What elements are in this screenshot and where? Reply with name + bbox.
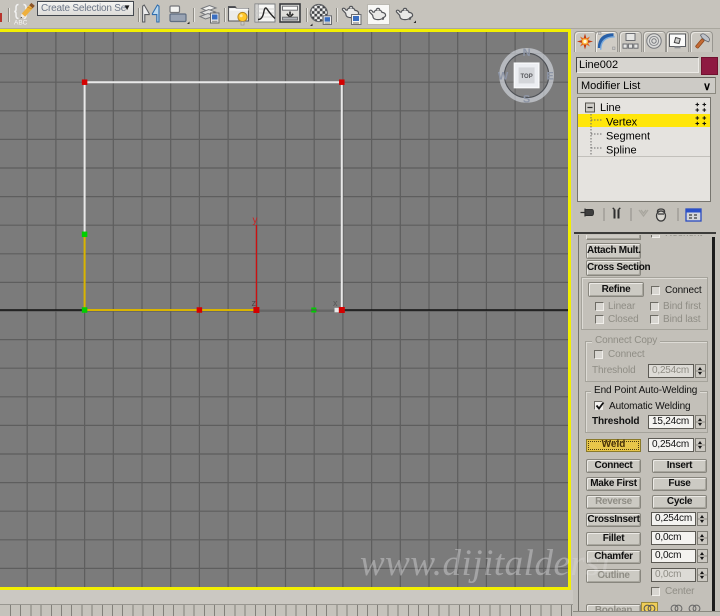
svg-text:Line: Line xyxy=(600,102,621,114)
svg-text:N: N xyxy=(523,47,531,59)
svg-text:Spline: Spline xyxy=(606,145,637,157)
svg-text:Vertex: Vertex xyxy=(606,117,638,129)
svg-text:x: x xyxy=(333,298,338,308)
svg-text:y: y xyxy=(253,215,258,226)
svg-text:z: z xyxy=(252,298,257,308)
svg-text:S: S xyxy=(523,93,530,105)
svg-text:ABC: ABC xyxy=(14,20,28,27)
svg-text:E: E xyxy=(546,70,553,82)
svg-text:TOP: TOP xyxy=(520,74,532,80)
svg-text:W: W xyxy=(498,70,509,82)
svg-text:Segment: Segment xyxy=(606,131,650,143)
